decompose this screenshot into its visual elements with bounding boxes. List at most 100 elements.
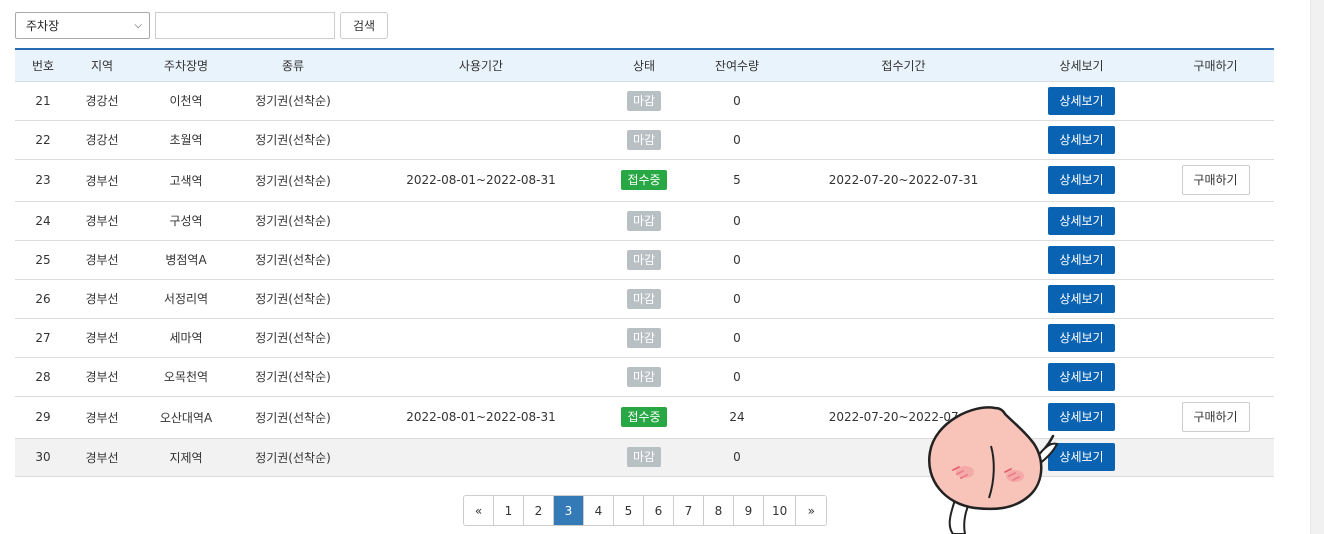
- column-header: 접수기간: [801, 49, 1006, 82]
- ticket-type-cell: 정기권(선착순): [239, 438, 347, 477]
- table-row: 23 경부선 고색역 정기권(선착순) 2022-08-01~2022-08-31 접수중…: [15, 159, 1274, 202]
- peach-character-sticker: [927, 406, 1059, 534]
- remaining-count: 0: [733, 291, 741, 306]
- ticket-type: 정기권(선착순): [255, 133, 331, 147]
- region-name-cell: 경부선: [71, 438, 133, 477]
- page-button[interactable]: 6: [644, 496, 674, 525]
- ticket-type-cell: 정기권(선착순): [239, 120, 347, 160]
- page-button[interactable]: 5: [614, 496, 644, 525]
- region-name: 경강선: [85, 94, 119, 108]
- row-number: 30: [35, 450, 51, 464]
- usage-period-cell: 2022-08-01~2022-08-31: [347, 396, 615, 439]
- row-number: 29: [35, 410, 51, 424]
- purchase-button[interactable]: 구매하기: [1181, 402, 1250, 432]
- region-name: 경부선: [85, 331, 119, 345]
- page-next-button[interactable]: »: [796, 496, 827, 525]
- table-header-row: 번호 지역 주차장명 종류 사용기간 상태 잔여수량 접수기간 상세보기 구매하기: [15, 49, 1274, 82]
- status-badge: 마감: [626, 288, 662, 309]
- row-number: 24: [35, 213, 51, 228]
- status-cell: 마감: [615, 357, 673, 397]
- vertical-scrollbar[interactable]: [1310, 0, 1324, 534]
- view-detail-button[interactable]: 상세보기: [1048, 323, 1115, 352]
- usage-period-cell: [347, 438, 615, 477]
- category-select[interactable]: 주차장 ⌵: [15, 12, 150, 39]
- view-detail-button[interactable]: 상세보기: [1048, 284, 1115, 313]
- parking-name: 오목천역: [163, 370, 209, 384]
- page-button[interactable]: 1: [494, 496, 524, 525]
- ticket-type-cell: 정기권(선착순): [239, 240, 347, 280]
- ticket-type: 정기권(선착순): [255, 94, 331, 108]
- view-detail-button[interactable]: 상세보기: [1048, 206, 1115, 235]
- region-name-cell: 경부선: [71, 396, 133, 439]
- status-badge: 마감: [626, 129, 662, 150]
- parking-name: 병점역A: [165, 253, 207, 267]
- ticket-type: 정기권(선착순): [255, 253, 331, 267]
- view-detail-button[interactable]: 상세보기: [1048, 125, 1115, 154]
- table-row: 27 경부선 세마역 정기권(선착순) 마감 0 상세보기: [15, 318, 1274, 358]
- reception-period-cell: [801, 318, 1006, 358]
- region-name-cell: 경부선: [71, 357, 133, 397]
- detail-cell: 상세보기: [1006, 240, 1157, 280]
- status-cell: 마감: [615, 240, 673, 280]
- page-button[interactable]: 7: [674, 496, 704, 525]
- page-button[interactable]: 10: [764, 496, 797, 525]
- parking-name-cell: 구성역: [133, 201, 239, 241]
- search-input[interactable]: [155, 12, 335, 39]
- column-header: 잔여수량: [673, 49, 801, 82]
- view-detail-button[interactable]: 상세보기: [1048, 362, 1115, 391]
- page-button[interactable]: 2: [524, 496, 554, 525]
- region-name: 경부선: [85, 253, 119, 267]
- reception-period-cell: 2022-07-20~2022-07-31: [801, 159, 1006, 202]
- page-button[interactable]: 8: [704, 496, 734, 525]
- detail-cell: 상세보기: [1006, 357, 1157, 397]
- row-number-cell: 23: [15, 159, 71, 202]
- page-button[interactable]: 3: [554, 496, 584, 525]
- usage-period-cell: [347, 201, 615, 241]
- search-bar: 주차장 ⌵ 검색: [15, 12, 388, 39]
- row-number: 28: [35, 369, 51, 384]
- ticket-type: 정기권(선착순): [255, 292, 331, 306]
- view-detail-button[interactable]: 상세보기: [1048, 166, 1115, 194]
- table-row: 26 경부선 서정리역 정기권(선착순) 마감 0 상세보기: [15, 279, 1274, 319]
- row-number-cell: 22: [15, 120, 71, 160]
- page-prev-button[interactable]: «: [464, 496, 494, 525]
- view-detail-button[interactable]: 상세보기: [1048, 86, 1115, 115]
- parking-name-cell: 초월역: [133, 120, 239, 160]
- page-button[interactable]: 9: [734, 496, 764, 525]
- usage-period-cell: [347, 240, 615, 280]
- region-name-cell: 경강선: [71, 120, 133, 160]
- row-number-cell: 29: [15, 396, 71, 439]
- status-badge: 마감: [626, 210, 662, 231]
- remaining-count-cell: 0: [673, 120, 801, 160]
- buy-cell: [1157, 279, 1274, 319]
- buy-cell: [1157, 201, 1274, 241]
- table-row: 24 경부선 구성역 정기권(선착순) 마감 0 상세보기: [15, 201, 1274, 241]
- remaining-count: 0: [733, 252, 741, 267]
- view-detail-button[interactable]: 상세보기: [1048, 245, 1115, 274]
- column-header: 상세보기: [1006, 49, 1157, 82]
- usage-period-cell: 2022-08-01~2022-08-31: [347, 159, 615, 202]
- parking-name-cell: 서정리역: [133, 279, 239, 319]
- parking-name: 구성역: [169, 214, 203, 228]
- search-button[interactable]: 검색: [340, 12, 388, 39]
- chevron-down-icon: ⌵: [134, 20, 142, 31]
- parking-name: 세마역: [169, 331, 203, 345]
- pagination: «1 2 3 4 5 6 7 8 9 10»: [463, 495, 828, 526]
- row-number: 22: [35, 132, 51, 147]
- buy-cell: [1157, 120, 1274, 160]
- status-badge: 마감: [626, 366, 662, 387]
- region-name-cell: 경부선: [71, 318, 133, 358]
- buy-cell: [1157, 318, 1274, 358]
- usage-period: 2022-08-01~2022-08-31: [406, 173, 556, 187]
- row-number: 27: [35, 330, 51, 345]
- ticket-type-cell: 정기권(선착순): [239, 357, 347, 397]
- ticket-type: 정기권(선착순): [255, 214, 331, 228]
- table-row: 22 경강선 초월역 정기권(선착순) 마감 0 상세보기: [15, 120, 1274, 160]
- region-name: 경부선: [85, 214, 119, 228]
- purchase-button[interactable]: 구매하기: [1181, 165, 1250, 195]
- status-cell: 접수중: [615, 159, 673, 202]
- status-badge: 마감: [626, 90, 662, 111]
- page-button[interactable]: 4: [584, 496, 614, 525]
- remaining-count-cell: 0: [673, 318, 801, 358]
- row-number-cell: 25: [15, 240, 71, 280]
